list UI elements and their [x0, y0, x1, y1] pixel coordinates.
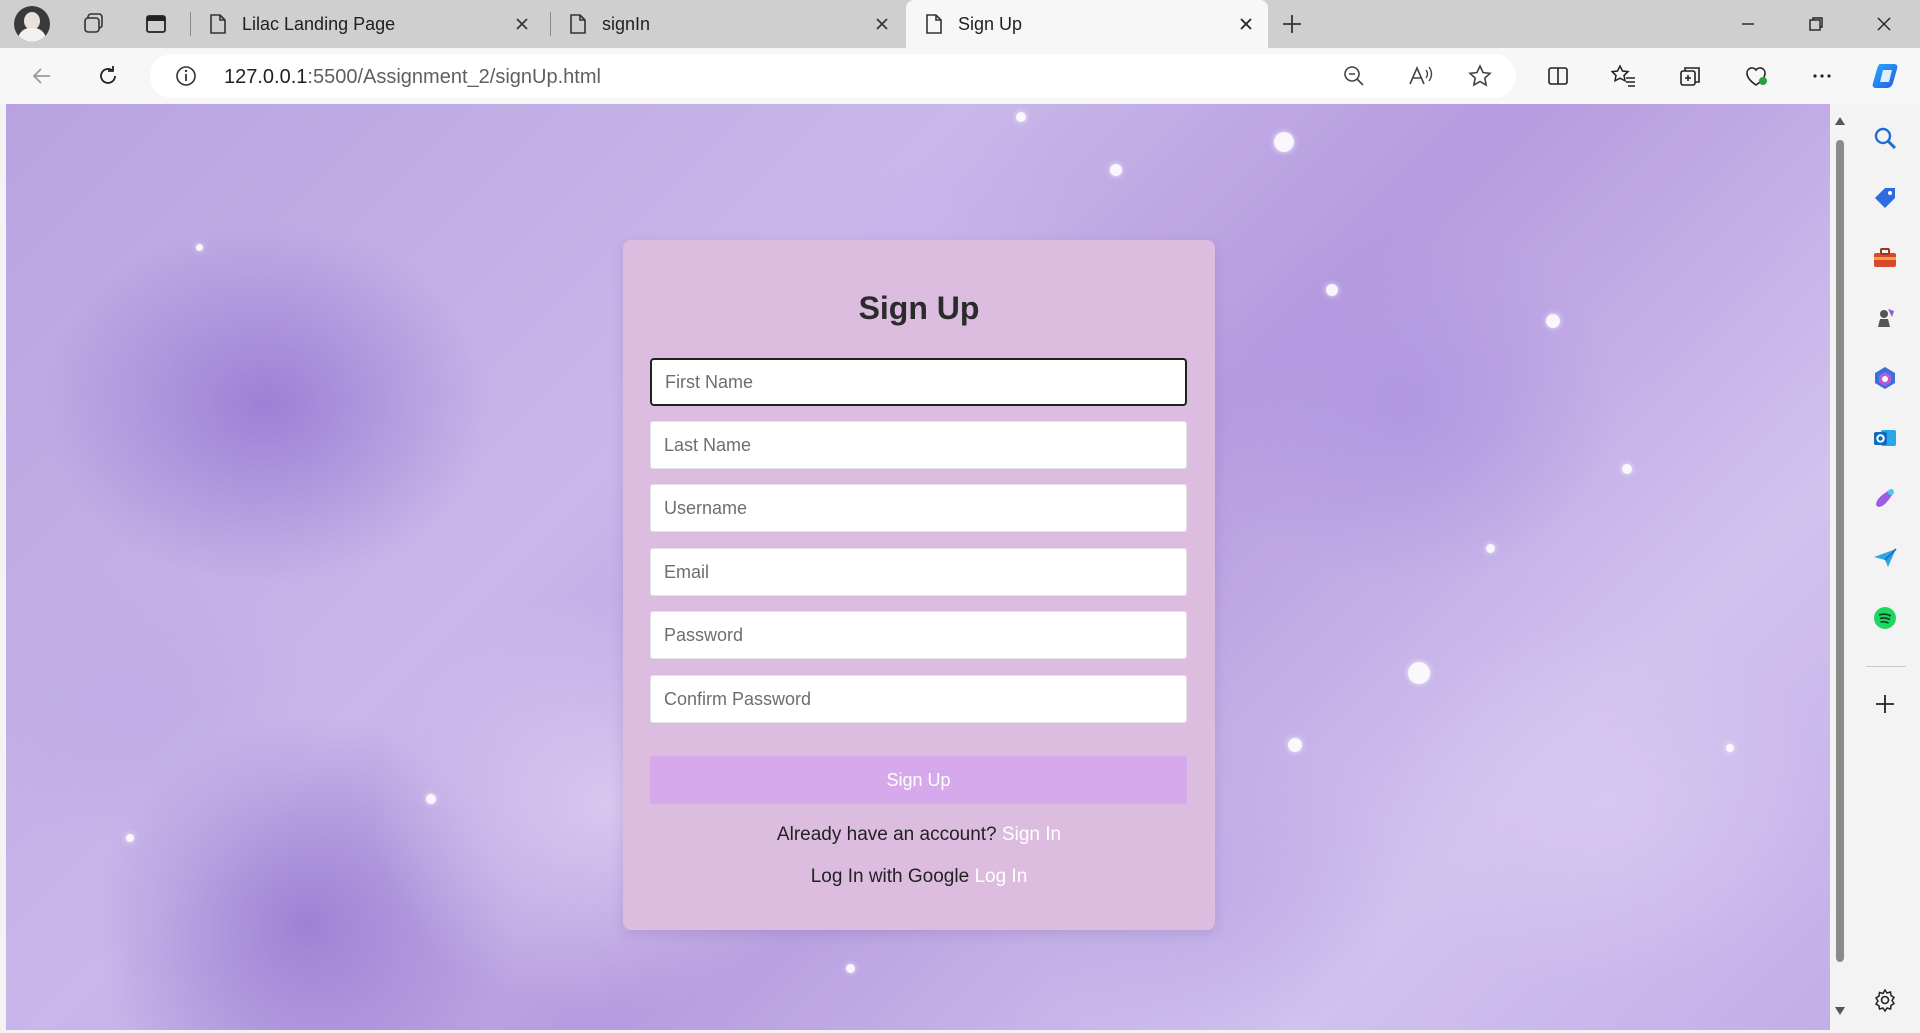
email-input[interactable]	[650, 548, 1187, 596]
signup-card: Sign Up Sign Up Already have an account?…	[623, 240, 1215, 930]
spotify-icon[interactable]	[1867, 600, 1903, 636]
more-menu-icon[interactable]	[1804, 58, 1840, 94]
new-tab-button[interactable]	[1276, 8, 1308, 40]
restore-button[interactable]	[1784, 0, 1848, 48]
vertical-tabs-icon[interactable]	[138, 6, 174, 42]
minimize-button[interactable]	[1716, 0, 1780, 48]
page-title: Sign Up	[858, 290, 980, 326]
add-icon[interactable]	[1867, 686, 1903, 722]
sign-in-link[interactable]: Sign In	[1002, 824, 1061, 845]
first-name-input[interactable]	[650, 358, 1187, 406]
tab-label: Sign Up	[958, 13, 1023, 34]
url-host: 127.0.0.1	[224, 66, 308, 88]
signin-line: Already have an account? Sign In	[623, 824, 1215, 846]
send-icon[interactable]	[1867, 540, 1903, 576]
games-icon[interactable]	[1867, 300, 1903, 336]
scroll-up-arrow[interactable]	[1833, 114, 1847, 128]
shopping-tag-icon[interactable]	[1867, 180, 1903, 216]
url-text[interactable]: 127.0.0.1:5500/Assignment_2/signUp.html	[224, 66, 601, 89]
sparkle	[426, 794, 436, 804]
sparkle	[1622, 464, 1632, 474]
avatar-body	[18, 28, 46, 42]
tab-separator	[190, 12, 191, 36]
username-input[interactable]	[650, 484, 1187, 532]
scroll-down-arrow[interactable]	[1833, 1004, 1847, 1018]
settings-gear-icon[interactable]	[1867, 982, 1903, 1018]
signin-prompt: Already have an account?	[776, 824, 997, 845]
address-bar[interactable]: 127.0.0.1:5500/Assignment_2/signUp.html	[150, 54, 1516, 98]
favorites-icon[interactable]	[1606, 58, 1642, 94]
url-path: :5500/Assignment_2/signUp.html	[307, 66, 601, 88]
password-input[interactable]	[650, 611, 1187, 659]
tab-label: Lilac Landing Page	[242, 13, 396, 34]
tab-separator	[550, 12, 551, 36]
tab-label: signIn	[602, 13, 651, 34]
scroll-thumb[interactable]	[1836, 140, 1844, 962]
workspaces-icon[interactable]	[76, 6, 112, 42]
sparkle	[846, 964, 855, 973]
designer-icon[interactable]	[1867, 480, 1903, 516]
back-button[interactable]	[24, 58, 60, 94]
collections-icon[interactable]	[1672, 58, 1708, 94]
sparkle	[1726, 744, 1734, 752]
tools-icon[interactable]	[1867, 240, 1903, 276]
close-icon[interactable]	[510, 12, 534, 36]
sparkle	[1288, 738, 1302, 752]
sparkle	[1486, 544, 1495, 553]
zoom-out-icon[interactable]	[1342, 64, 1366, 93]
sparkle	[126, 834, 134, 842]
google-login-link[interactable]: Log In	[974, 866, 1027, 887]
sparkle	[1110, 164, 1122, 176]
sparkle	[1274, 132, 1294, 152]
sparkle	[1326, 284, 1338, 296]
tab-lilac-landing[interactable]: Lilac Landing Page	[198, 0, 544, 48]
sparkle	[1016, 112, 1026, 122]
sparkle	[1408, 662, 1430, 684]
page-icon	[926, 14, 942, 34]
split-screen-icon[interactable]	[1540, 58, 1576, 94]
favorite-star-icon[interactable]	[1468, 64, 1492, 93]
tab-strip: Lilac Landing Page signIn Sign Up	[0, 0, 1920, 48]
page-icon	[570, 14, 586, 34]
sparkle	[1546, 314, 1560, 328]
microsoft-365-icon[interactable]	[1867, 360, 1903, 396]
vertical-scrollbar[interactable]	[1830, 104, 1850, 1030]
sidebar-divider	[1866, 666, 1906, 667]
read-aloud-icon[interactable]	[1408, 64, 1434, 93]
profile-avatar[interactable]	[14, 6, 50, 42]
close-icon[interactable]	[870, 12, 894, 36]
sparkle	[196, 244, 203, 251]
browser-toolbar: 127.0.0.1:5500/Assignment_2/signUp.html	[0, 48, 1920, 104]
copilot-icon[interactable]	[1868, 56, 1908, 96]
tab-signin[interactable]: signIn	[558, 0, 904, 48]
confirm-password-input[interactable]	[650, 675, 1187, 723]
sign-up-button[interactable]: Sign Up	[650, 756, 1187, 804]
page-icon	[210, 14, 226, 34]
google-prompt: Log In with Google	[810, 866, 970, 887]
browser-essentials-icon[interactable]	[1738, 58, 1774, 94]
info-icon[interactable]	[174, 64, 198, 93]
outlook-icon[interactable]	[1867, 420, 1903, 456]
search-icon[interactable]	[1867, 120, 1903, 156]
edge-sidebar	[1850, 104, 1920, 1033]
close-window-button[interactable]	[1852, 0, 1916, 48]
tab-sign-up[interactable]: Sign Up	[906, 0, 1268, 48]
last-name-input[interactable]	[650, 421, 1187, 469]
google-line: Log In with Google Log In	[623, 866, 1215, 888]
refresh-button[interactable]	[90, 58, 126, 94]
close-icon[interactable]	[1234, 12, 1258, 36]
page-viewport: Sign Up Sign Up Already have an account?…	[6, 104, 1830, 1030]
